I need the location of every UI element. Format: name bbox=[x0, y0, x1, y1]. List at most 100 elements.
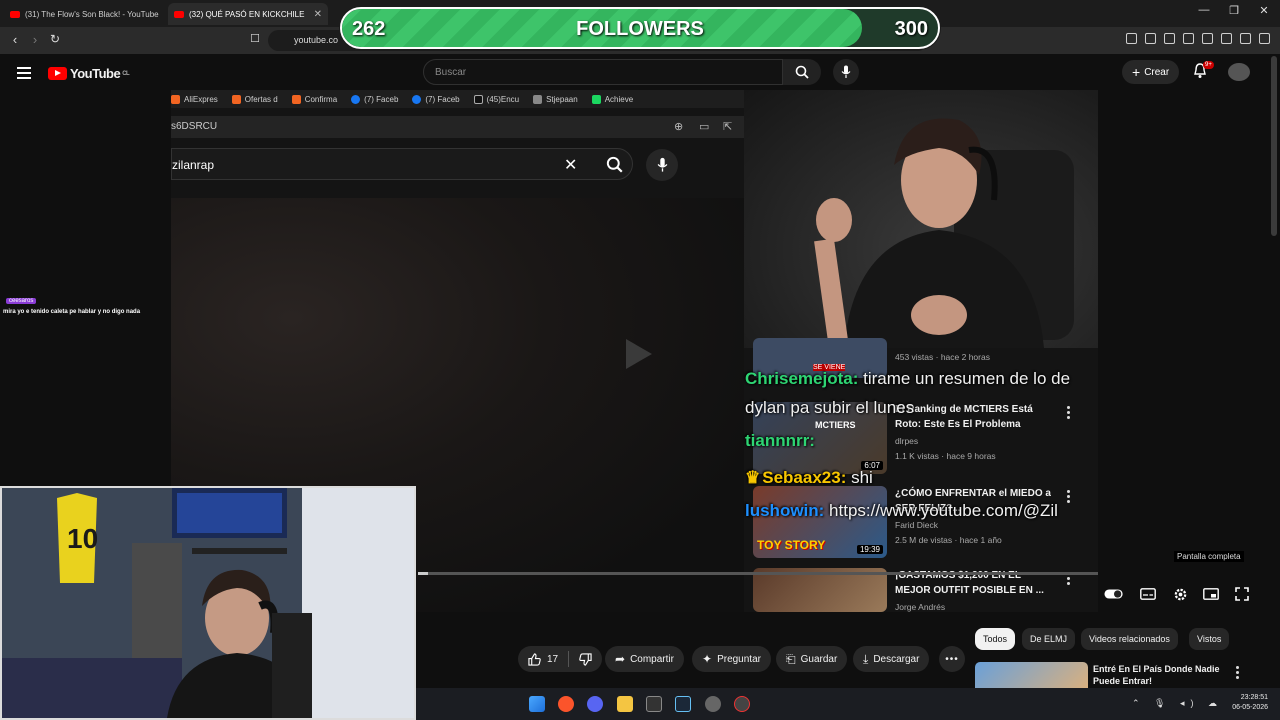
bookmark-item[interactable]: Confirma bbox=[291, 94, 337, 104]
browser-tab[interactable]: (31) The Flow's Son Black! - YouTube bbox=[4, 3, 164, 25]
bookmark-item[interactable]: Ofertas d bbox=[231, 94, 278, 104]
search-placeholder: Buscar bbox=[435, 67, 467, 78]
chat-message: dylan pa subir el lunes bbox=[745, 398, 914, 418]
side-video-title[interactable]: Entré En El País Donde Nadie Puede Entra… bbox=[1093, 663, 1223, 687]
obs-icon[interactable] bbox=[734, 696, 750, 712]
gear-icon bbox=[1174, 588, 1186, 600]
side-video-thumbnail[interactable] bbox=[975, 662, 1088, 688]
chat-message: Chrisemejota: tirame un resumen de lo de bbox=[745, 369, 1070, 389]
share-icon: ⇱ bbox=[723, 121, 733, 133]
bookmark-icon[interactable]: ☐ bbox=[246, 32, 264, 45]
reload-icon[interactable]: ↻ bbox=[46, 32, 64, 46]
chat-text: shi bbox=[846, 468, 873, 487]
like-button[interactable]: 17 bbox=[528, 652, 568, 666]
minimize-button[interactable]: — bbox=[1194, 4, 1214, 16]
channel-name: Jorge Andrés bbox=[895, 602, 946, 612]
youtube-logo[interactable]: YouTube CL bbox=[48, 66, 130, 81]
bookmark-item[interactable]: Achieve bbox=[591, 94, 633, 104]
extension-icons bbox=[1126, 33, 1270, 44]
chat-username: Sebaax23: bbox=[762, 468, 847, 487]
subtitles-button[interactable] bbox=[1138, 586, 1158, 602]
followers-goal-widget: 262 FOLLOWERS 300 bbox=[340, 7, 940, 49]
chip-from-channel[interactable]: De ELMJ bbox=[1022, 628, 1076, 650]
ask-button[interactable]: ✦ Preguntar bbox=[692, 646, 771, 672]
menu-icon[interactable] bbox=[1259, 33, 1270, 44]
account-avatar[interactable] bbox=[1228, 63, 1250, 81]
search-input[interactable]: Buscar bbox=[423, 59, 783, 85]
channel-name: dlrpes bbox=[895, 436, 919, 446]
discord-icon[interactable] bbox=[587, 696, 603, 712]
chat-message: tiannnrr: bbox=[745, 431, 815, 451]
sparkle-icon: ✦ bbox=[702, 652, 713, 666]
extension-icon[interactable] bbox=[1221, 33, 1232, 44]
close-window-button[interactable]: ✕ bbox=[1254, 4, 1274, 17]
notifications-badge: 9+ bbox=[1203, 61, 1214, 69]
extension-icon[interactable] bbox=[1145, 33, 1156, 44]
embedded-bookmarks-bar: AliExpres Ofertas d Confirma (7) Faceb (… bbox=[171, 90, 744, 108]
video-progress-bar[interactable] bbox=[418, 572, 1098, 575]
share-button[interactable]: ➦ Compartir bbox=[605, 646, 684, 672]
steam-icon[interactable] bbox=[675, 696, 691, 712]
hamburger-menu-icon[interactable] bbox=[17, 67, 31, 82]
microphone-icon bbox=[841, 65, 851, 78]
system-tray-icons[interactable]: ⌃ 🎙 ◂) ☁ bbox=[1132, 698, 1223, 709]
taskbar-clock[interactable]: 23:28:51 06-05-2026 bbox=[1232, 693, 1268, 713]
related-video-item: TOY STORY 19:39 ¿CÓMO ENFRENTAR el MIEDO… bbox=[753, 486, 1083, 566]
play-icon bbox=[626, 339, 652, 369]
voice-search-button[interactable] bbox=[833, 59, 859, 85]
file-explorer-icon[interactable] bbox=[617, 696, 633, 712]
save-button[interactable]: ⎗ Guardar bbox=[776, 646, 848, 672]
browser-tab-active[interactable]: (32) QUÉ PASÓ EN KICKCHILE ✕ bbox=[168, 3, 328, 25]
thumbs-up-icon bbox=[528, 652, 541, 666]
miniplayer-icon bbox=[1203, 588, 1219, 600]
close-tab-icon[interactable]: ✕ bbox=[308, 9, 322, 20]
bookmark-label: (45)Encu bbox=[486, 94, 520, 104]
fullscreen-tooltip: Pantalla completa bbox=[1174, 551, 1244, 562]
url-text: youtube.co bbox=[294, 35, 339, 45]
chip-related[interactable]: Videos relacionados bbox=[1081, 628, 1178, 650]
tab-title: (32) QUÉ PASÓ EN KICKCHILE bbox=[189, 9, 305, 19]
search-button[interactable] bbox=[783, 59, 821, 85]
dislike-button[interactable] bbox=[579, 652, 592, 666]
extension-icon[interactable] bbox=[1164, 33, 1175, 44]
autoplay-toggle[interactable] bbox=[1104, 586, 1124, 602]
download-button[interactable]: ⤓ Descargar bbox=[853, 646, 930, 672]
fullscreen-button[interactable] bbox=[1232, 586, 1252, 602]
more-options-icon[interactable] bbox=[1236, 666, 1239, 681]
brave-browser-icon[interactable] bbox=[558, 696, 574, 712]
bookmark-label: (7) Faceb bbox=[425, 94, 460, 104]
like-count: 17 bbox=[547, 653, 559, 665]
toggle-icon bbox=[1104, 589, 1123, 599]
thumbnail-tag: TOY STORY bbox=[757, 538, 826, 552]
settings-button[interactable] bbox=[1170, 586, 1190, 602]
maximize-button[interactable]: ❐ bbox=[1224, 4, 1244, 17]
start-menu-icon[interactable] bbox=[529, 696, 545, 712]
like-dislike-group: 17 bbox=[518, 646, 603, 672]
bookmark-item[interactable]: AliExpres bbox=[171, 94, 218, 104]
create-button[interactable]: + Crear bbox=[1122, 60, 1180, 84]
more-actions-button[interactable]: ••• bbox=[939, 646, 965, 672]
chat-username: tiannnrr: bbox=[745, 431, 815, 450]
epic-games-icon[interactable] bbox=[646, 696, 662, 712]
extension-icon[interactable] bbox=[1183, 33, 1194, 44]
extension-icon[interactable] bbox=[1202, 33, 1213, 44]
extension-icon[interactable] bbox=[1126, 33, 1137, 44]
bookmark-item[interactable]: (7) Faceb bbox=[412, 94, 460, 104]
bookmark-label: AliExpres bbox=[184, 94, 218, 104]
forward-icon[interactable]: › bbox=[26, 32, 44, 47]
page-scrollbar[interactable] bbox=[1271, 56, 1277, 236]
overlay-chat-message: mira yo e tenido caleta pe hablar y no d… bbox=[3, 309, 141, 315]
youtube-header: YouTube CL Buscar + Crear 9+ bbox=[0, 54, 1280, 92]
bookmark-item[interactable]: Stjepaan bbox=[533, 94, 578, 104]
bookmark-item[interactable]: (7) Faceb bbox=[351, 94, 398, 104]
extension-icon[interactable] bbox=[1240, 33, 1251, 44]
settings-gear-icon[interactable] bbox=[705, 696, 721, 712]
chip-watched[interactable]: Vistos bbox=[1189, 628, 1230, 650]
facecam-scene bbox=[2, 488, 414, 718]
cast-icon: ▭ bbox=[699, 121, 710, 133]
download-icon: ⤓ bbox=[863, 651, 869, 666]
miniplayer-button[interactable] bbox=[1201, 586, 1221, 602]
chip-all[interactable]: Todos bbox=[975, 628, 1016, 650]
bookmark-item[interactable]: (45)Encu bbox=[473, 94, 520, 104]
back-icon[interactable]: ‹ bbox=[6, 32, 24, 47]
